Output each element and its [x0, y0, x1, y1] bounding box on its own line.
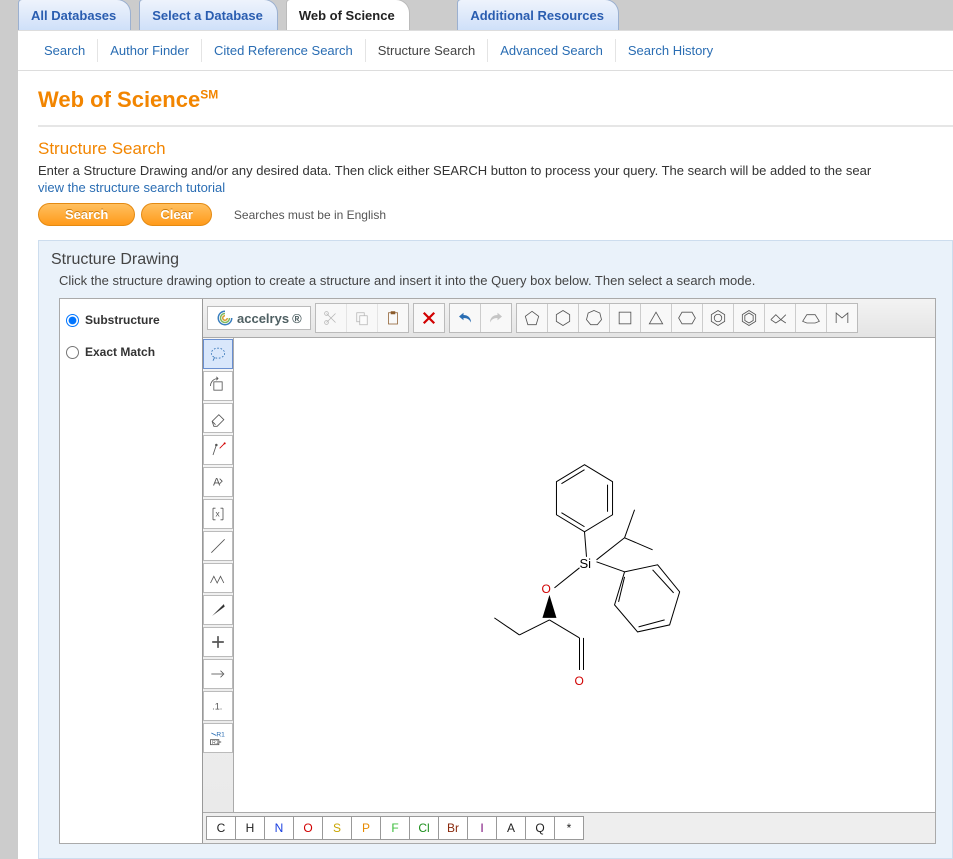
element-H[interactable]: H	[235, 816, 265, 840]
element-S[interactable]: S	[322, 816, 352, 840]
undo-redo-group	[449, 303, 512, 333]
cyclooctane-icon[interactable]	[672, 304, 703, 332]
cyclohexane-icon[interactable]	[548, 304, 579, 332]
eraser-icon[interactable]	[203, 403, 233, 433]
atom-label-icon[interactable]: A	[203, 467, 233, 497]
divider	[38, 125, 953, 127]
element-P[interactable]: P	[351, 816, 381, 840]
clear-button[interactable]: Clear	[141, 203, 212, 226]
edit-group	[315, 303, 409, 333]
chain-icon[interactable]	[203, 563, 233, 593]
subtab-advanced-search[interactable]: Advanced Search	[488, 39, 616, 62]
tab-select-database[interactable]: Select a Database	[139, 0, 278, 30]
rotate-icon[interactable]	[203, 371, 233, 401]
boat-icon[interactable]	[796, 304, 827, 332]
brand-sm: SM	[200, 88, 218, 102]
cyclopropane-icon[interactable]	[641, 304, 672, 332]
section-title: Structure Search	[38, 139, 953, 159]
search-mode-column: Substructure Exact Match	[60, 299, 203, 843]
atom-o-bottom: O	[574, 674, 583, 688]
svg-text:R1=: R1=	[212, 740, 221, 746]
element-any[interactable]: *	[554, 816, 584, 840]
delete-group	[413, 303, 445, 333]
atom-o-top: O	[541, 582, 550, 596]
clean-structure-icon[interactable]	[203, 435, 233, 465]
accelrys-reg: ®	[292, 311, 302, 326]
structure-drawing-panel: Structure Drawing Click the structure dr…	[38, 240, 953, 859]
tab-all-databases[interactable]: All Databases	[18, 0, 131, 30]
element-N[interactable]: N	[264, 816, 294, 840]
tutorial-link[interactable]: view the structure search tutorial	[38, 180, 225, 195]
tab-additional-resources[interactable]: Additional Resources	[457, 0, 619, 30]
drawing-title: Structure Drawing	[51, 251, 942, 269]
drawing-subtitle: Click the structure drawing option to cr…	[59, 273, 942, 288]
accelrys-logo[interactable]: accelrys®	[207, 306, 311, 330]
redo-icon	[481, 304, 511, 332]
intro-text: Enter a Structure Drawing and/or any des…	[38, 163, 953, 178]
element-O[interactable]: O	[293, 816, 323, 840]
mode-substructure-label: Substructure	[85, 313, 160, 327]
tab-web-of-science[interactable]: Web of Science	[286, 0, 410, 30]
mode-substructure-radio[interactable]	[66, 314, 79, 327]
cycloheptane-icon[interactable]	[579, 304, 610, 332]
language-hint: Searches must be in English	[234, 208, 386, 222]
cyclobutane-icon[interactable]	[610, 304, 641, 332]
subtab-search[interactable]: Search	[32, 39, 98, 62]
copy-icon	[347, 304, 378, 332]
element-A[interactable]: A	[496, 816, 526, 840]
mapping-icon[interactable]: .1.	[203, 691, 233, 721]
ring-templates-group	[516, 303, 858, 333]
wedge-bond-icon[interactable]	[203, 595, 233, 625]
bracket-icon[interactable]: x	[203, 499, 233, 529]
svg-text:x: x	[216, 509, 221, 519]
element-C[interactable]: C	[206, 816, 236, 840]
atom-si: Si	[579, 556, 591, 571]
arrow-icon[interactable]	[203, 659, 233, 689]
structure-canvas[interactable]: Si	[234, 338, 935, 812]
editor-side-toolbar: A x .1. R1R1=	[203, 338, 234, 812]
mode-exact-label: Exact Match	[85, 345, 155, 359]
svg-text:.1.: .1.	[212, 701, 222, 711]
half-chair-icon[interactable]	[827, 304, 857, 332]
element-toolbar: C H N O S P F Cl Br I A Q *	[203, 812, 935, 843]
element-Cl[interactable]: Cl	[409, 816, 439, 840]
element-Br[interactable]: Br	[438, 816, 468, 840]
element-I[interactable]: I	[467, 816, 497, 840]
subtab-search-history[interactable]: Search History	[616, 39, 725, 62]
single-bond-icon[interactable]	[203, 531, 233, 561]
accelrys-text: accelrys	[237, 311, 289, 326]
svg-text:R1: R1	[216, 731, 225, 738]
structure-editor: Substructure Exact Match accelrys®	[59, 298, 936, 844]
search-button[interactable]: Search	[38, 203, 135, 226]
molecule-drawing: Si	[234, 338, 935, 812]
mode-exact-radio[interactable]	[66, 346, 79, 359]
lasso-select-icon[interactable]	[203, 339, 233, 369]
benzene-alt-icon[interactable]	[734, 304, 765, 332]
element-Q[interactable]: Q	[525, 816, 555, 840]
rgroup-icon[interactable]: R1R1=	[203, 723, 233, 753]
element-F[interactable]: F	[380, 816, 410, 840]
subtab-author-finder[interactable]: Author Finder	[98, 39, 202, 62]
cyclopentane-icon[interactable]	[517, 304, 548, 332]
mode-substructure[interactable]: Substructure	[66, 313, 196, 327]
paste-icon[interactable]	[378, 304, 408, 332]
delete-icon[interactable]	[414, 304, 444, 332]
brand-title: Web of ScienceSM	[38, 81, 953, 117]
svg-text:A: A	[213, 476, 221, 488]
benzene-icon[interactable]	[703, 304, 734, 332]
subtab-structure-search[interactable]: Structure Search	[366, 39, 489, 62]
subtab-cited-reference[interactable]: Cited Reference Search	[202, 39, 366, 62]
editor-top-toolbar: accelrys®	[203, 299, 935, 338]
undo-icon[interactable]	[450, 304, 481, 332]
accelrys-swirl-icon	[216, 309, 234, 327]
mode-exact[interactable]: Exact Match	[66, 345, 196, 359]
chair-icon[interactable]	[765, 304, 796, 332]
cut-icon	[316, 304, 347, 332]
brand-name: Web of Science	[38, 87, 200, 112]
plus-charge-icon[interactable]	[203, 627, 233, 657]
